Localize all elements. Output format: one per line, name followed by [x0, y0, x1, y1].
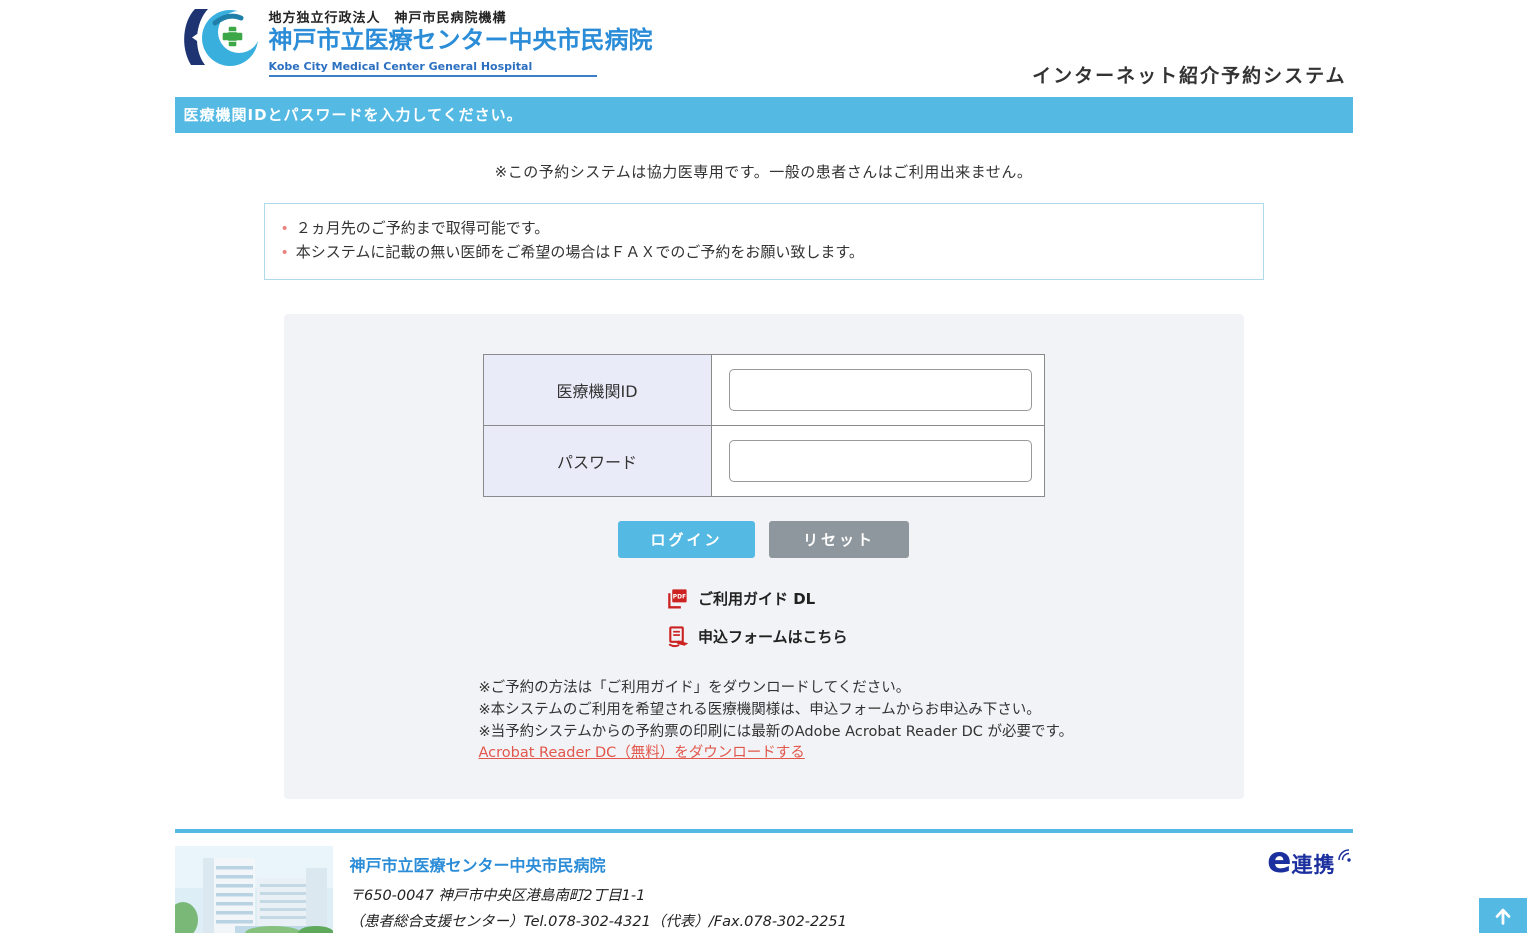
medical-id-label: 医療機関ID: [483, 355, 711, 426]
footer-hospital-name: 神戸市立医療センター中央市民病院: [350, 852, 847, 876]
note-line: ※当予約システムからの予約票の印刷には最新のAdobe Acrobat Read…: [479, 722, 1244, 744]
bullet-icon: •: [281, 245, 289, 261]
button-row: ログイン リセット: [284, 521, 1244, 558]
pdf-icon-label: PDF: [673, 593, 686, 600]
e-renkei-text: 連携: [1292, 855, 1336, 876]
up-arrow-icon: [1492, 905, 1514, 927]
acrobat-download-link[interactable]: Acrobat Reader DC（無料）をダウンロードする: [479, 743, 805, 765]
guide-download-link[interactable]: PDF ご利用ガイド DL: [666, 587, 861, 610]
footer-divider: [175, 829, 1353, 833]
application-form-link[interactable]: 申込フォームはこちら: [666, 625, 861, 648]
password-cell: [711, 426, 1044, 497]
note-line: ※ご予約の方法は「ご利用ガイド」をダウンロードしてください。: [479, 678, 1244, 700]
footer: 神戸市立医療センター中央市民病院 〒650-0047 神戸市中央区港島南町2丁目…: [175, 846, 1353, 933]
instruction-banner: 医療機関IDとパスワードを入力してください。: [175, 97, 1353, 133]
system-title: インターネット紹介予約システム: [1032, 61, 1346, 88]
document-links: PDF ご利用ガイド DL 申込フォームはこちら: [666, 587, 861, 648]
password-input[interactable]: [729, 440, 1032, 482]
footer-contact: （患者総合支援センター）Tel.078-302-4321（代表）/Fax.078…: [350, 910, 847, 931]
info-bullet-line: • ２ヵ月先のご予約まで取得可能です。: [281, 217, 1247, 241]
e-renkei-e: e: [1267, 846, 1291, 877]
note-line: ※本システムのご利用を希望される医療機関様は、申込フォームからお申込み下さい。: [479, 700, 1244, 722]
header-text-block: 地方独立行政法人 神戸市民病院機構 神戸市立医療センター中央市民病院 Kobe …: [269, 7, 653, 67]
hospital-name-english: Kobe City Medical Center General Hospita…: [269, 59, 598, 77]
login-panel: 医療機関ID パスワード ログイン リセット PDF: [284, 314, 1244, 799]
bullet-icon: •: [281, 221, 289, 237]
password-label: パスワード: [483, 426, 711, 497]
header: 地方独立行政法人 神戸市民病院機構 神戸市立医療センター中央市民病院 Kobe …: [175, 0, 1353, 67]
hospital-photo: [175, 846, 333, 933]
info-bullet-line: • 本システムに記載の無い医師をご希望の場合はＦＡＸでのご予約をお願い致します。: [281, 241, 1247, 265]
footer-address: 〒650-0047 神戸市中央区港島南町2丁目1-1: [350, 884, 847, 905]
medical-id-input[interactable]: [729, 369, 1032, 411]
page-container: 地方独立行政法人 神戸市民病院機構 神戸市立医療センター中央市民病院 Kobe …: [175, 0, 1353, 933]
back-to-top-button[interactable]: [1479, 898, 1527, 933]
footer-text-block: 神戸市立医療センター中央市民病院 〒650-0047 神戸市中央区港島南町2丁目…: [350, 846, 847, 933]
signal-waves-icon: [1337, 848, 1353, 863]
login-button[interactable]: ログイン: [618, 521, 755, 558]
login-table: 医療機関ID パスワード: [483, 354, 1045, 497]
table-row-medical-id: 医療機関ID: [483, 355, 1044, 426]
form-link-label: 申込フォームはこちら: [698, 626, 848, 647]
info-box: • ２ヵ月先のご予約まで取得可能です。 • 本システムに記載の無い医師をご希望の場合…: [264, 203, 1264, 280]
medical-id-cell: [711, 355, 1044, 426]
reset-button[interactable]: リセット: [769, 521, 909, 558]
table-row-password: パスワード: [483, 426, 1044, 497]
guide-link-label: ご利用ガイド DL: [698, 588, 815, 609]
organization-line: 地方独立行政法人 神戸市民病院機構: [269, 7, 653, 26]
notes-block: ※ご予約の方法は「ご利用ガイド」をダウンロードしてください。 ※本システムのご利…: [479, 678, 1244, 765]
form-pencil-icon: [666, 625, 689, 648]
info-bullet-text: 本システムに記載の無い医師をご希望の場合はＦＡＸでのご予約をお願い致します。: [296, 243, 864, 261]
info-bullet-text: ２ヵ月先のご予約まで取得可能です。: [296, 219, 550, 237]
hospital-logo-icon: [175, 7, 263, 67]
hospital-name: 神戸市立医療センター中央市民病院: [269, 26, 653, 55]
usage-notice: ※この予約システムは協力医専用です。一般の患者さんはご利用出来ません。: [175, 161, 1353, 182]
e-renkei-logo[interactable]: e 連携: [1267, 846, 1352, 877]
pdf-icon: PDF: [666, 587, 689, 610]
